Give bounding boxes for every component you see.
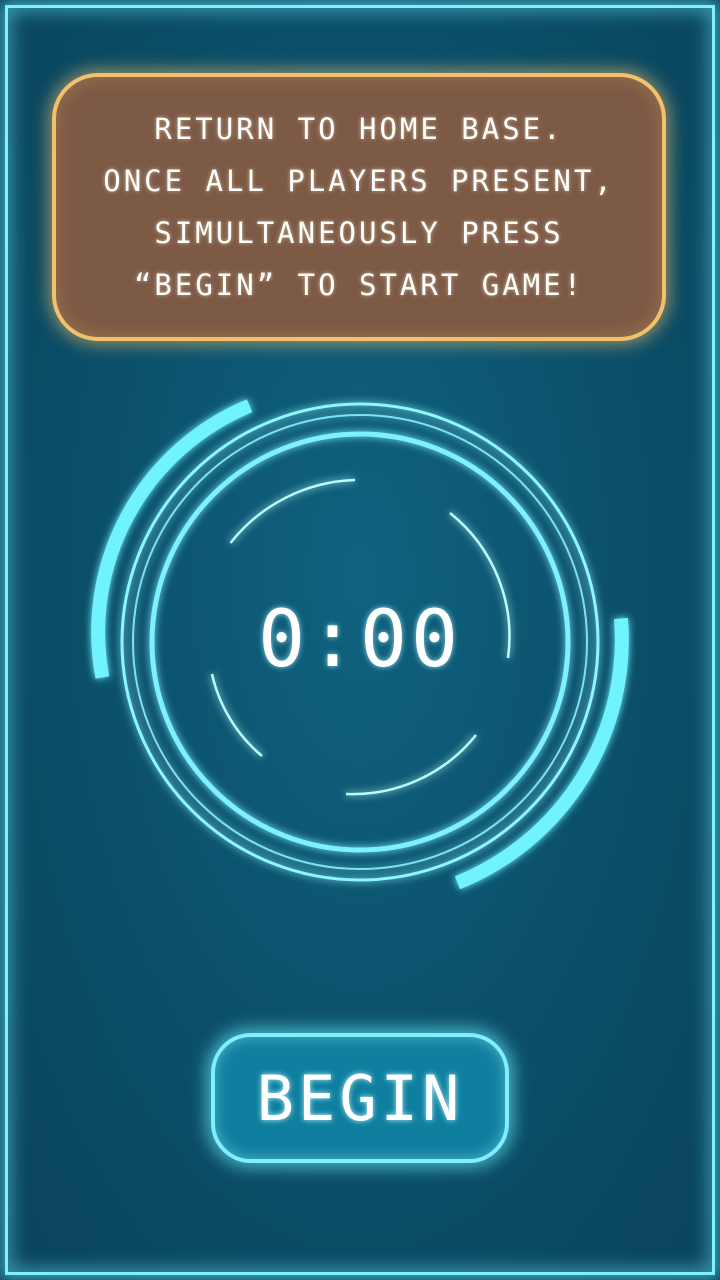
instruction-line-3: simultaneously press	[154, 216, 564, 250]
instructions-panel: Return to home base. Once all players pr…	[52, 73, 666, 341]
timer-dial: 0:00	[60, 380, 660, 900]
instruction-line-4: “Begin” to start game!	[133, 268, 585, 302]
game-screen: Return to home base. Once all players pr…	[0, 0, 720, 1280]
timer-display: 0:00	[258, 595, 462, 685]
begin-button-label: BEGIN	[256, 1061, 464, 1135]
inner-arc-bottom	[345, 734, 477, 796]
instruction-line-2: Once all players present,	[103, 164, 615, 198]
begin-button[interactable]: BEGIN	[211, 1033, 509, 1163]
inner-arc-top	[229, 478, 356, 544]
instruction-line-1: Return to home base.	[154, 112, 564, 146]
inner-arc-left	[210, 673, 263, 757]
